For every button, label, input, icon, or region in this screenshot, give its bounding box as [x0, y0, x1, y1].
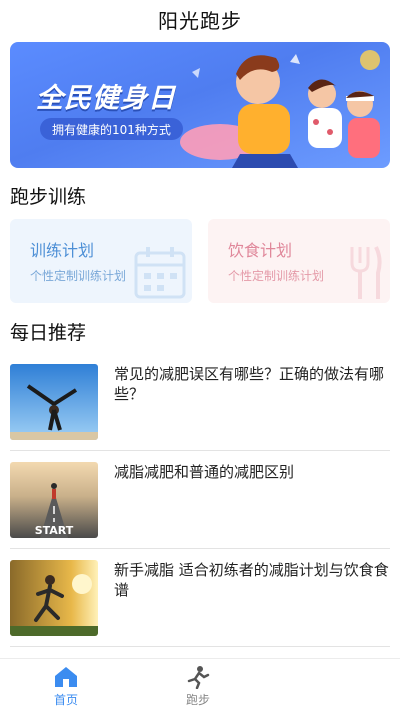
start-road-text: START	[35, 524, 74, 537]
fork-icon	[350, 246, 382, 299]
bottom-tab-bar: 首页 跑步	[0, 658, 400, 710]
article-item-2[interactable]: START 减脂减肥和普通的减肥区别	[10, 462, 390, 540]
divider	[10, 646, 390, 647]
banner-title: 全民健身日	[36, 83, 176, 114]
diet-plan-title: 饮食计划	[228, 241, 293, 260]
tab-running[interactable]: 跑步	[168, 665, 228, 708]
article-thumbnail	[10, 364, 98, 440]
training-plan-subtitle: 个性定制训练计划	[30, 269, 127, 283]
training-plan-card[interactable]: 训练计划 个性定制训练计划	[10, 219, 192, 303]
article-thumbnail: START	[10, 462, 98, 538]
divider	[10, 548, 390, 549]
banner-subtitle: 拥有健康的101种方式	[40, 118, 183, 140]
training-plan-title: 训练计划	[30, 241, 95, 260]
running-icon	[187, 666, 210, 689]
article-title: 常见的减肥误区有哪些？正确的做法有哪些？	[114, 365, 385, 403]
promo-banner[interactable]: 全民健身日 拥有健康的101种方式	[10, 42, 390, 168]
tab-running-label: 跑步	[185, 693, 210, 707]
calendar-icon	[134, 247, 186, 299]
tab-home[interactable]: 首页	[36, 665, 96, 708]
tab-home-label: 首页	[53, 693, 78, 707]
section-title-recommend: 每日推荐	[10, 322, 87, 344]
diet-plan-subtitle: 个性定制训练计划	[228, 269, 325, 283]
divider	[10, 450, 390, 451]
article-item-1[interactable]: 常见的减肥误区有哪些？正确的做法有哪些？	[10, 364, 390, 442]
diet-plan-card[interactable]: 饮食计划 个性定制训练计划	[208, 219, 390, 303]
home-icon	[55, 667, 77, 687]
section-title-training: 跑步训练	[10, 186, 87, 208]
header: 阳光跑步	[0, 0, 400, 38]
page-title: 阳光跑步	[158, 8, 242, 33]
runners-illustration	[180, 50, 380, 168]
article-thumbnail	[10, 560, 98, 636]
article-item-3[interactable]: 新手减脂 适合初练者的减脂计划与饮食食谱	[10, 560, 390, 638]
article-title: 新手减脂 适合初练者的减脂计划与饮食食谱	[114, 561, 389, 599]
article-title: 减脂减肥和普通的减肥区别	[114, 463, 295, 481]
